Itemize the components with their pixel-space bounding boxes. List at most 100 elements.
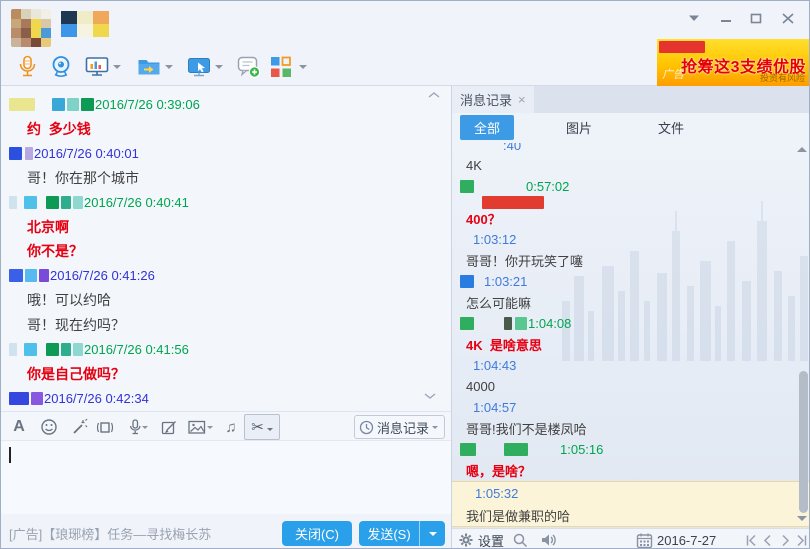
message-history-panel: 消息记录 × 全部 图片 文件 :40 4K 0:57:02 400？ 1:03… bbox=[451, 86, 809, 549]
music-button[interactable]: ♫ bbox=[219, 415, 243, 439]
remote-desktop-button[interactable] bbox=[183, 51, 215, 83]
last-page-icon bbox=[797, 534, 807, 546]
apps-button[interactable] bbox=[265, 51, 297, 83]
name-pixel bbox=[77, 11, 93, 24]
chat-pane: 2016/7/26 0:39:06 约 多少钱 2016/7/26 0:40:01 哥… bbox=[1, 86, 451, 548]
history-next-page[interactable] bbox=[779, 531, 792, 548]
message-timestamp-row[interactable]: 1:05:32 bbox=[452, 481, 809, 504]
message-timestamp-row[interactable]: 1:05:16 bbox=[452, 439, 809, 460]
message-row[interactable]: 哥哥！你开玩笑了噻 bbox=[452, 250, 809, 271]
maximize-button[interactable] bbox=[745, 9, 767, 27]
censored-block bbox=[25, 146, 33, 160]
filter-tab-全部[interactable]: 全部 bbox=[460, 114, 515, 140]
message-timestamp-row[interactable]: 1:04:43 bbox=[452, 355, 809, 376]
smiley-icon bbox=[41, 419, 57, 435]
message-row[interactable]: 嗯，是啥？ bbox=[452, 460, 809, 481]
close-chat-button[interactable]: 关闭(C) bbox=[282, 521, 352, 546]
message-row[interactable]: 4K 是啥意思 bbox=[452, 334, 809, 355]
avatar-pixel bbox=[11, 9, 21, 19]
history-first-page[interactable] bbox=[745, 531, 758, 548]
voice-message-caret[interactable] bbox=[142, 426, 148, 432]
message-row[interactable]: 400？ bbox=[452, 208, 809, 229]
history-message-list: :40 4K 0:57:02 400？ 1:03:12 哥哥！你开玩笑了噻 1:03:21 怎… bbox=[452, 141, 809, 528]
message-row[interactable]: 怎么可能嘛 bbox=[452, 292, 809, 313]
censored-block bbox=[31, 391, 43, 405]
screen-demo-button[interactable] bbox=[81, 51, 113, 83]
scroll-down-chevron[interactable] bbox=[423, 392, 437, 400]
message-history-button[interactable]: 消息记录 bbox=[353, 415, 445, 439]
history-scroll-up[interactable] bbox=[797, 147, 807, 152]
timestamp: 1:05:16 bbox=[560, 442, 604, 457]
ad-banner[interactable]: 广告 抢筹这3支绩优股 投资有风险 bbox=[657, 39, 809, 86]
settings-label: 设置 bbox=[478, 533, 505, 549]
message-row[interactable]: 我们是做兼职的哈 bbox=[452, 504, 809, 527]
emoticon-button[interactable] bbox=[37, 415, 61, 439]
chat-message-area: 2016/7/26 0:39:06 约 多少钱 2016/7/26 0:40:01 哥… bbox=[1, 86, 451, 411]
footer-ad-text[interactable]: [广告]【琅琊榜】任务—寻找梅长苏 bbox=[9, 524, 211, 543]
send-file-caret[interactable] bbox=[165, 65, 173, 73]
history-footer: 设置 2016-7-27 bbox=[452, 528, 809, 549]
history-date-picker[interactable]: 2016-7-27 bbox=[636, 531, 716, 548]
message-timestamp-row[interactable]: 0:57:02 bbox=[452, 176, 809, 197]
message-input[interactable] bbox=[1, 441, 451, 514]
magic-expression-button[interactable] bbox=[67, 415, 91, 439]
font-style-button[interactable]: A bbox=[7, 415, 31, 439]
message-row[interactable]: 4000 bbox=[452, 376, 809, 397]
send-file-button[interactable] bbox=[133, 51, 165, 83]
message-row: 北京啊 bbox=[1, 215, 451, 240]
message-timestamp-row[interactable]: :40 bbox=[452, 143, 809, 155]
remote-desktop-caret[interactable] bbox=[215, 65, 223, 73]
first-page-icon bbox=[746, 534, 756, 546]
create-group-chat-button[interactable] bbox=[233, 51, 265, 83]
tab-message-history[interactable]: 消息记录 × bbox=[452, 86, 534, 113]
edit-pencil-icon bbox=[161, 421, 176, 435]
screenshot-caret[interactable] bbox=[266, 427, 273, 434]
voice-call-button[interactable] bbox=[11, 51, 43, 83]
avatar-pixel bbox=[11, 18, 21, 28]
message-text: 你不是？ bbox=[27, 243, 83, 260]
history-scrollbar-thumb[interactable] bbox=[799, 371, 808, 513]
message-timestamp-row[interactable]: 1:04:08 bbox=[452, 313, 809, 334]
history-search-button[interactable] bbox=[512, 531, 528, 548]
message-row: 你不是？ bbox=[1, 239, 451, 264]
screenshot-button[interactable]: ✂ bbox=[244, 414, 280, 440]
apps-caret[interactable] bbox=[299, 65, 307, 73]
message-history-label: 消息记录 bbox=[376, 420, 429, 436]
message-plus-icon bbox=[237, 56, 261, 78]
send-button[interactable]: 发送(S) bbox=[359, 521, 445, 546]
message-timestamp-row[interactable]: 1:03:21 bbox=[452, 271, 809, 292]
history-sound-button[interactable] bbox=[540, 531, 558, 548]
history-prev-page[interactable] bbox=[761, 531, 774, 548]
censored-block bbox=[52, 97, 65, 111]
censored-block bbox=[475, 317, 503, 330]
tab-close-icon[interactable]: × bbox=[518, 92, 526, 107]
window-shake-button[interactable] bbox=[93, 415, 117, 439]
send-image-caret[interactable] bbox=[207, 426, 213, 432]
message-text: 4000 bbox=[466, 379, 495, 394]
speaker-icon bbox=[542, 534, 556, 546]
contact-avatar[interactable] bbox=[11, 9, 51, 47]
scissors-icon: ✂ bbox=[251, 419, 264, 436]
redacted-row[interactable] bbox=[452, 196, 809, 209]
message-row[interactable]: 4K bbox=[452, 155, 809, 176]
message-timestamp-row[interactable]: 1:04:57 bbox=[452, 397, 809, 418]
filter-tab-图片[interactable]: 图片 bbox=[552, 115, 606, 140]
avatar-pixel bbox=[21, 37, 31, 47]
history-settings-button[interactable]: 设置 bbox=[458, 531, 505, 549]
history-last-page[interactable] bbox=[795, 531, 808, 548]
scroll-up-chevron[interactable] bbox=[427, 91, 441, 99]
skin-menu-button[interactable] bbox=[683, 9, 705, 27]
filter-tab-文件[interactable]: 文件 bbox=[644, 115, 698, 140]
history-scroll-down[interactable] bbox=[797, 516, 807, 521]
message-row[interactable]: 哥哥!我们不是楼凤哈 bbox=[452, 418, 809, 439]
minimize-button[interactable] bbox=[715, 9, 737, 27]
video-call-button[interactable] bbox=[45, 51, 77, 83]
composer-toolbar: A ♫ ✂ 消息记录 bbox=[1, 411, 451, 441]
send-image-button[interactable] bbox=[185, 415, 209, 439]
censored-block bbox=[460, 143, 502, 155]
doodle-button[interactable] bbox=[157, 415, 181, 439]
send-options-caret[interactable] bbox=[419, 521, 445, 546]
message-timestamp-row[interactable]: 1:03:12 bbox=[452, 229, 809, 250]
screen-demo-caret[interactable] bbox=[113, 65, 121, 73]
close-button[interactable] bbox=[777, 9, 799, 27]
